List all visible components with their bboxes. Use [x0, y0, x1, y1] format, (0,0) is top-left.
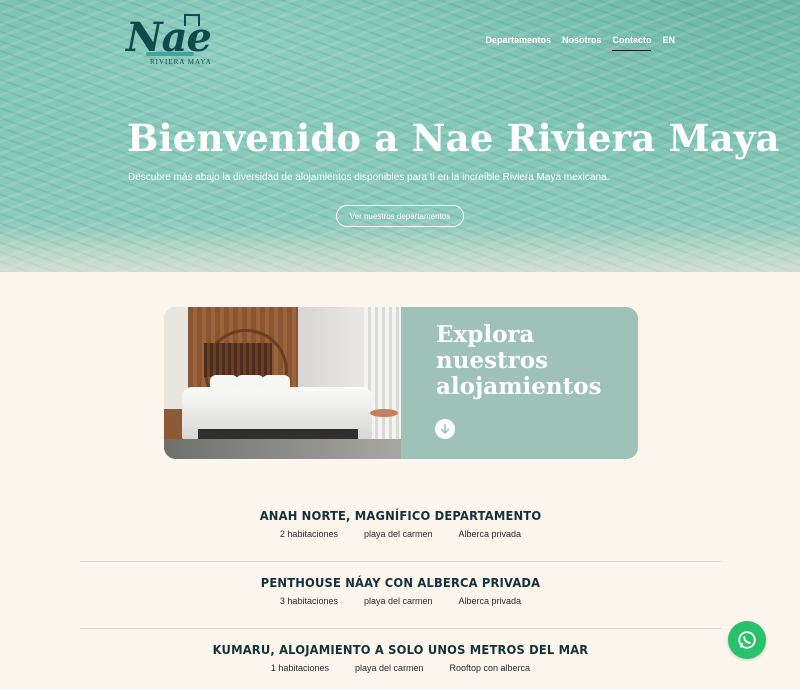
- nav-nosotros[interactable]: Nosotros: [562, 35, 602, 45]
- listing-location: playa del carmen: [363, 596, 433, 606]
- listing-rooms: 3 habitaciones: [279, 596, 338, 606]
- listing-rooms: 1 habitaciones: [270, 663, 329, 673]
- logo-wave-mark: [146, 52, 194, 56]
- listing-item[interactable]: PENTHOUSE NÁAY CON ALBERCA PRIVADA 3 hab…: [80, 575, 721, 606]
- hero-title: Bienvenido a Nae Riviera Maya: [127, 116, 780, 160]
- listing-title[interactable]: KUMARU, ALOJAMIENTO A SOLO UNOS METROS D…: [106, 642, 696, 657]
- whatsapp-icon[interactable]: [728, 621, 766, 659]
- explore-title: Explora nuestros alojamientos: [436, 321, 602, 400]
- listing-meta: 2 habitaciones playa del carmen Alberca …: [80, 529, 721, 539]
- listing-divider: [80, 628, 721, 629]
- bedroom-image: [164, 307, 401, 459]
- listing-feature: Rooftop con alberca: [449, 663, 531, 673]
- listing-rooms: 2 habitaciones: [279, 529, 338, 539]
- view-departments-button[interactable]: Ver nuestros departamentos: [336, 205, 464, 227]
- listing-title[interactable]: PENTHOUSE NÁAY CON ALBERCA PRIVADA: [106, 575, 696, 590]
- brand-logo[interactable]: Nae RIVIERA MAYA: [126, 14, 216, 70]
- listing-title[interactable]: ANAH NORTE, MAGNÍFICO DEPARTAMENTO: [106, 508, 696, 523]
- logo-subtitle: RIVIERA MAYA: [150, 58, 212, 66]
- listing-feature: Alberca privada: [458, 596, 522, 606]
- arrow-down-icon[interactable]: [435, 419, 455, 439]
- listing-item[interactable]: ANAH NORTE, MAGNÍFICO DEPARTAMENTO 2 hab…: [80, 508, 721, 539]
- nav-departamentos[interactable]: Departamentos: [485, 35, 551, 45]
- listing-meta: 3 habitaciones playa del carmen Alberca …: [80, 596, 721, 606]
- main-nav: Departamentos Nosotros Contacto EN: [485, 35, 675, 51]
- nav-language-en[interactable]: EN: [662, 35, 675, 45]
- explore-card: Explora nuestros alojamientos: [164, 307, 638, 459]
- listing-item[interactable]: KUMARU, ALOJAMIENTO A SOLO UNOS METROS D…: [80, 642, 721, 673]
- listing-meta: 1 habitaciones playa del carmen Rooftop …: [80, 663, 721, 673]
- listing-location: playa del carmen: [363, 529, 433, 539]
- hero-section: Nae RIVIERA MAYA Departamentos Nosotros …: [0, 0, 800, 272]
- nav-contacto[interactable]: Contacto: [612, 35, 652, 51]
- listing-location: playa del carmen: [354, 663, 424, 673]
- hero-subtitle: Descubre más abajo la diversidad de aloj…: [128, 172, 610, 183]
- listing-feature: Alberca privada: [458, 529, 522, 539]
- listing-divider: [80, 561, 721, 562]
